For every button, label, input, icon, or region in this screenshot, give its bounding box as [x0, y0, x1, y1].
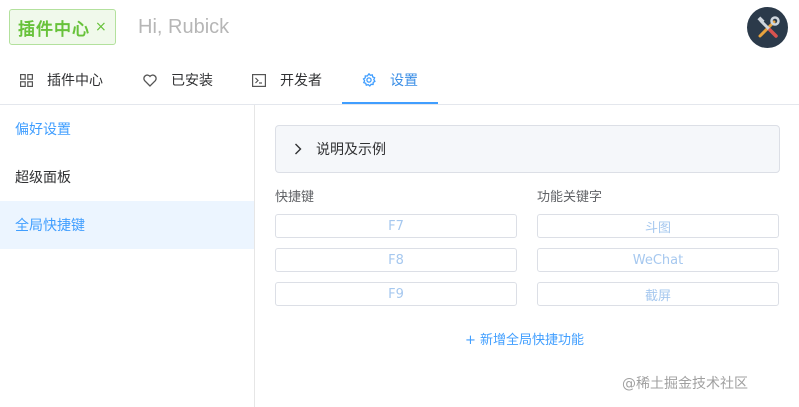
sidebar-item-label: 全局快捷键 [15, 218, 85, 234]
plugin-tag-label: 插件中心 [18, 19, 90, 40]
collapse-title: 说明及示例 [316, 142, 386, 158]
keyword-input[interactable]: 斗图 [537, 214, 779, 238]
tab-developer[interactable]: 开发者 [252, 56, 322, 104]
plugin-tag[interactable]: 插件中心 × [9, 9, 116, 45]
shortcut-row: F9 截屏 [275, 282, 780, 306]
shortcut-key-input[interactable]: F9 [275, 282, 517, 306]
tab-label: 开发者 [280, 73, 322, 89]
sidebar-item-global-shortcuts[interactable]: 全局快捷键 [0, 201, 254, 249]
tab-settings[interactable]: 设置 [362, 56, 418, 104]
tab-plugin-center[interactable]: 插件中心 [19, 56, 103, 104]
sidebar-item-preferences[interactable]: 偏好设置 [0, 105, 254, 153]
tag-close-icon[interactable]: × [95, 19, 107, 35]
search-bar: 插件中心 × [0, 0, 799, 55]
chevron-right-icon [294, 143, 302, 155]
add-global-shortcut-button[interactable]: + 新增全局快捷功能 [465, 329, 584, 348]
shortcut-settings-panel: 说明及示例 快捷键 功能关键字 F7 斗图 F8 WeChat F9 截屏 + … [275, 125, 780, 348]
watermark: @稀土掘金技术社区 [622, 376, 748, 392]
grid-icon [19, 73, 33, 87]
heart-icon [143, 73, 157, 87]
tab-label: 设置 [390, 73, 418, 89]
tools-icon [756, 15, 780, 38]
gear-icon [362, 73, 376, 87]
keyword-input[interactable]: 截屏 [537, 282, 779, 306]
shortcut-key-input[interactable]: F8 [275, 248, 517, 272]
sidebar-item-super-panel[interactable]: 超级面板 [0, 153, 254, 201]
settings-sidebar: 偏好设置 超级面板 全局快捷键 [0, 105, 255, 407]
tab-bar: 插件中心 已安装 开发者 设置 [0, 56, 799, 105]
shortcut-row: F8 WeChat [275, 248, 780, 272]
tab-label: 已安装 [171, 73, 213, 89]
search-input[interactable] [138, 10, 698, 44]
tab-installed[interactable]: 已安装 [143, 56, 213, 104]
tab-label: 插件中心 [47, 73, 103, 89]
shortcut-row: F7 斗图 [275, 214, 780, 238]
keyword-column-header: 功能关键字 [537, 190, 603, 205]
shortcut-column-header: 快捷键 [275, 190, 315, 205]
sidebar-item-label: 超级面板 [15, 170, 71, 186]
terminal-icon [252, 73, 266, 87]
instructions-collapse[interactable]: 说明及示例 [275, 125, 780, 173]
sidebar-item-label: 偏好设置 [15, 122, 71, 138]
app-logo[interactable] [747, 7, 788, 48]
shortcut-key-input[interactable]: F7 [275, 214, 517, 238]
active-tab-indicator [342, 102, 438, 104]
keyword-input[interactable]: WeChat [537, 248, 779, 272]
